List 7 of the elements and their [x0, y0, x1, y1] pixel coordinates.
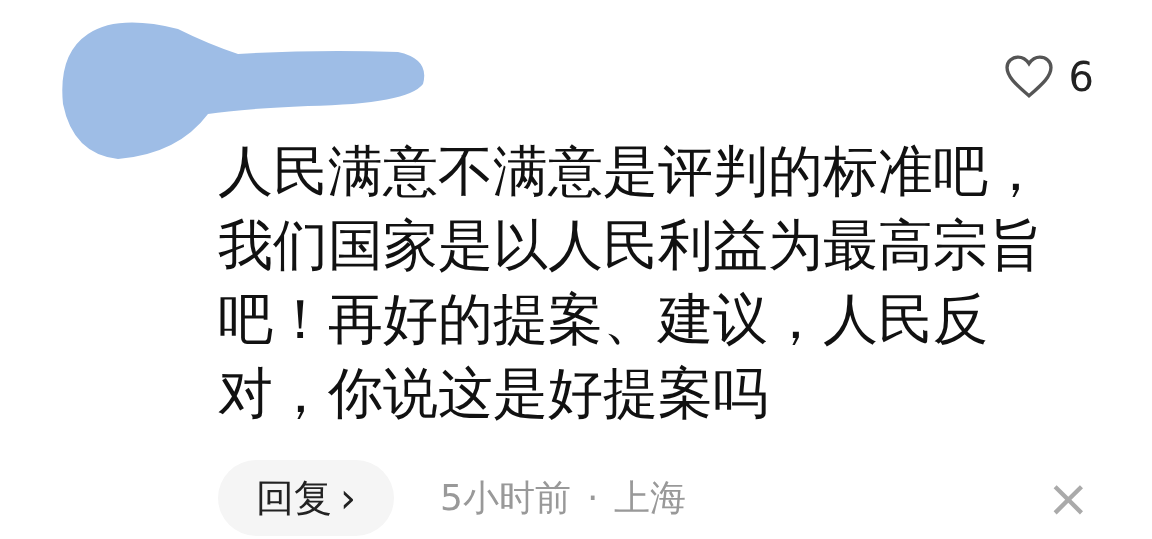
- separator: ·: [586, 476, 599, 520]
- comment-location: 上海: [614, 476, 687, 520]
- comment-text: 人民满意不满意是评判的标准吧，我们国家是以人民利益为最高宗旨吧！再好的提案、建议，人民反对，你说这是好提案吗: [218, 138, 1044, 427]
- like-count: 6: [1068, 57, 1094, 97]
- comment-time: 5小时前: [440, 476, 571, 520]
- reply-button[interactable]: 回复 ›: [218, 460, 394, 536]
- heart-icon[interactable]: [1002, 54, 1055, 100]
